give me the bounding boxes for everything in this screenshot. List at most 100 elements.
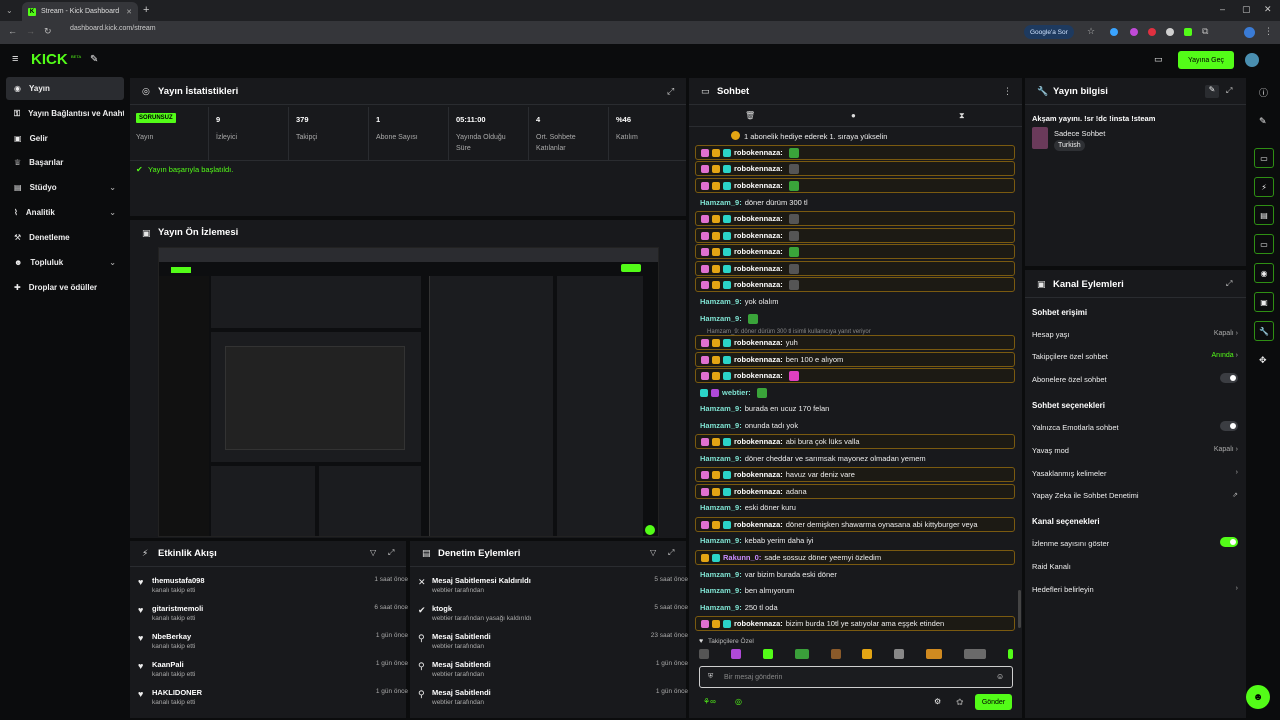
- minimize-icon[interactable]: –: [1220, 4, 1225, 14]
- emote[interactable]: [964, 649, 986, 659]
- ai-moderation-setting[interactable]: Yapay Zeka ile Sohbet Denetimi ⇗: [1032, 491, 1238, 500]
- chat-message[interactable]: Hamzam_9: döner dürüm 300 tl: [695, 195, 1015, 210]
- raid-channel-setting[interactable]: Raid Kanalı: [1032, 562, 1238, 571]
- moderation-row[interactable]: ✔ ktogk webtier tarafından yasağı kaldır…: [418, 604, 688, 631]
- chat-username[interactable]: robokennaza:: [734, 280, 783, 289]
- sidebar-item-studio[interactable]: ▤ Stüdyo ⌄: [6, 176, 124, 199]
- chat-message[interactable]: robokennaza: döner demişken shawarma oyn…: [695, 517, 1015, 532]
- emote[interactable]: [830, 649, 841, 659]
- expand-icon[interactable]: ⤢: [1226, 86, 1232, 96]
- filter-icon[interactable]: ▽: [650, 548, 656, 557]
- moderation-row[interactable]: ⚲ Mesaj Sabitlendi webtier tarafından 23…: [418, 632, 688, 659]
- moderation-row[interactable]: ✕ Mesaj Sabitlemesi Kaldırıldı webtier t…: [418, 576, 688, 603]
- chat-message[interactable]: Hamzam_9: döner cheddar ve sarımsak mayo…: [695, 451, 1015, 466]
- chat-message[interactable]: Hamzam_9: onunda tadı yok: [695, 418, 1015, 433]
- chat-scrollbar[interactable]: [1018, 590, 1021, 628]
- chat-input[interactable]: ⛨ Bir mesaj gönderin ☺: [699, 666, 1013, 688]
- emote[interactable]: [762, 649, 773, 659]
- extension-icon[interactable]: [1148, 28, 1156, 36]
- wallet-icon[interactable]: ▭: [1154, 54, 1163, 65]
- chat-bubble-icon[interactable]: ●: [851, 111, 856, 120]
- edit-icon[interactable]: ✎: [1205, 85, 1219, 98]
- chat-username[interactable]: robokennaza:: [734, 487, 783, 496]
- profile-avatar[interactable]: [1244, 27, 1255, 38]
- emote[interactable]: [862, 649, 873, 659]
- emote[interactable]: [894, 649, 905, 659]
- chat-message[interactable]: webtier:: [695, 385, 1015, 400]
- extensions-puzzle-icon[interactable]: ⧉: [1202, 26, 1208, 37]
- new-tab-icon[interactable]: +: [143, 4, 149, 16]
- slow-mode-setting[interactable]: Yavaş mod Kapalı ›: [1032, 446, 1238, 455]
- sidebar-item-moderation[interactable]: ⚒ Denetleme: [6, 226, 124, 249]
- chat-username[interactable]: robokennaza:: [734, 520, 783, 529]
- chat-points-icon[interactable]: ⚘∞: [703, 697, 716, 706]
- chat-message[interactable]: Hamzam_9: 250 tl oda: [695, 600, 1015, 615]
- sidebar-item-community[interactable]: ☻ Topluluk ⌄: [6, 251, 124, 274]
- chat-message[interactable]: Hamzam_9: yok olalım: [695, 294, 1015, 309]
- chat-message[interactable]: robokennaza:: [695, 145, 1015, 160]
- chat-username[interactable]: robokennaza:: [734, 247, 783, 256]
- activity-row[interactable]: ♥ themustafa098 kanalı takip etti 1 saat…: [138, 576, 408, 603]
- tab-close-icon[interactable]: ✕: [126, 8, 132, 16]
- chat-username[interactable]: robokennaza:: [734, 355, 783, 364]
- chat-username[interactable]: robokennaza:: [734, 164, 783, 173]
- trash-icon[interactable]: 🗑: [745, 111, 755, 120]
- expand-icon[interactable]: ⤢: [388, 548, 394, 558]
- window-close-icon[interactable]: ✕: [1264, 4, 1272, 15]
- kick-logo[interactable]: KICK: [31, 51, 68, 68]
- user-avatar[interactable]: [1245, 53, 1259, 67]
- gift-banner[interactable]: 1 abonelik hediye ederek 1. sıraya yükse…: [744, 132, 887, 141]
- hamburger-menu-icon[interactable]: ≡: [12, 53, 18, 65]
- activity-row[interactable]: ♥ gitaristmemoli kanalı takip etti 6 saa…: [138, 604, 408, 631]
- rail-add-icon[interactable]: ✥: [1259, 355, 1267, 366]
- emote[interactable]: [730, 649, 741, 659]
- forward-icon[interactable]: →: [26, 26, 35, 36]
- moderation-row[interactable]: ⚲ Mesaj Sabitlendi webtier tarafından 1 …: [418, 688, 688, 715]
- sidebar-item-achievements[interactable]: ♕ Başarılar: [6, 151, 124, 174]
- browser-tab[interactable]: K Stream - Kick Dashboard ✕: [22, 2, 138, 21]
- rail-chat-button[interactable]: ▭: [1254, 234, 1274, 254]
- chat-message[interactable]: Hamzam_9: eski döner kuru: [695, 500, 1015, 515]
- settings-gear-icon[interactable]: ⚙: [934, 697, 941, 706]
- moderation-row[interactable]: ⚲ Mesaj Sabitlendi webtier tarafından 1 …: [418, 660, 688, 687]
- chat-username[interactable]: robokennaza:: [734, 619, 783, 628]
- chat-username[interactable]: Hamzam_9:: [700, 198, 742, 207]
- chat-message[interactable]: robokennaza:: [695, 161, 1015, 176]
- chat-message[interactable]: Hamzam_9: ben almıyorum: [695, 583, 1015, 598]
- chat-username[interactable]: Hamzam_9:: [700, 536, 742, 545]
- chat-message[interactable]: robokennaza:: [695, 211, 1015, 226]
- creator-tools-icon[interactable]: ✎: [90, 54, 98, 65]
- tab-search-icon[interactable]: ⌄: [6, 6, 13, 15]
- chat-username[interactable]: webtier:: [722, 388, 751, 397]
- sidebar-item-stream-key[interactable]: ⚿ Yayın Bağlantısı ve Anahtarı: [6, 102, 124, 125]
- chat-message[interactable]: robokennaza: yuh: [695, 335, 1015, 350]
- extension-icon[interactable]: [1166, 28, 1174, 36]
- browser-menu-icon[interactable]: ⋮: [1264, 26, 1273, 37]
- chat-username[interactable]: robokennaza:: [734, 148, 783, 157]
- goals-setting[interactable]: Hedefleri belirleyin ›: [1032, 585, 1238, 594]
- expand-icon[interactable]: ⤢: [668, 548, 674, 558]
- chat-message[interactable]: robokennaza: ben 100 e alıyom: [695, 352, 1015, 367]
- rail-channel-button[interactable]: ▣: [1254, 292, 1274, 312]
- chat-menu-icon[interactable]: ⋮: [1003, 86, 1012, 97]
- rail-moderation-button[interactable]: ▤: [1254, 205, 1274, 225]
- url-field[interactable]: dashboard.kick.com/stream: [70, 25, 156, 32]
- send-button[interactable]: Gönder: [975, 694, 1012, 710]
- bookmark-star-icon[interactable]: ☆: [1087, 26, 1095, 37]
- hourglass-icon[interactable]: ⧗: [959, 111, 965, 121]
- activity-row[interactable]: ♥ HAKLIDONER kanalı takip etti 1 gün önc…: [138, 688, 408, 715]
- chat-username[interactable]: robokennaza:: [734, 371, 783, 380]
- extension-icon[interactable]: [1110, 28, 1118, 36]
- chat-message[interactable]: robokennaza: bizim burda 10tl ye satıyol…: [695, 616, 1015, 631]
- chat-message[interactable]: robokennaza: abi bura çok lüks valla: [695, 434, 1015, 449]
- emote[interactable]: [1007, 649, 1013, 659]
- chat-username[interactable]: Hamzam_9:: [700, 421, 742, 430]
- rail-tools-button[interactable]: 🔧: [1254, 321, 1274, 341]
- emote[interactable]: [794, 649, 809, 659]
- show-viewers-toggle[interactable]: [1220, 537, 1238, 547]
- emoji-icon[interactable]: ☺: [996, 672, 1004, 681]
- chat-message[interactable]: robokennaza: havuz var deniz vare: [695, 467, 1015, 482]
- chat-username[interactable]: robokennaza:: [734, 437, 783, 446]
- chat-username[interactable]: robokennaza:: [734, 470, 783, 479]
- chat-message[interactable]: robokennaza:: [695, 244, 1015, 259]
